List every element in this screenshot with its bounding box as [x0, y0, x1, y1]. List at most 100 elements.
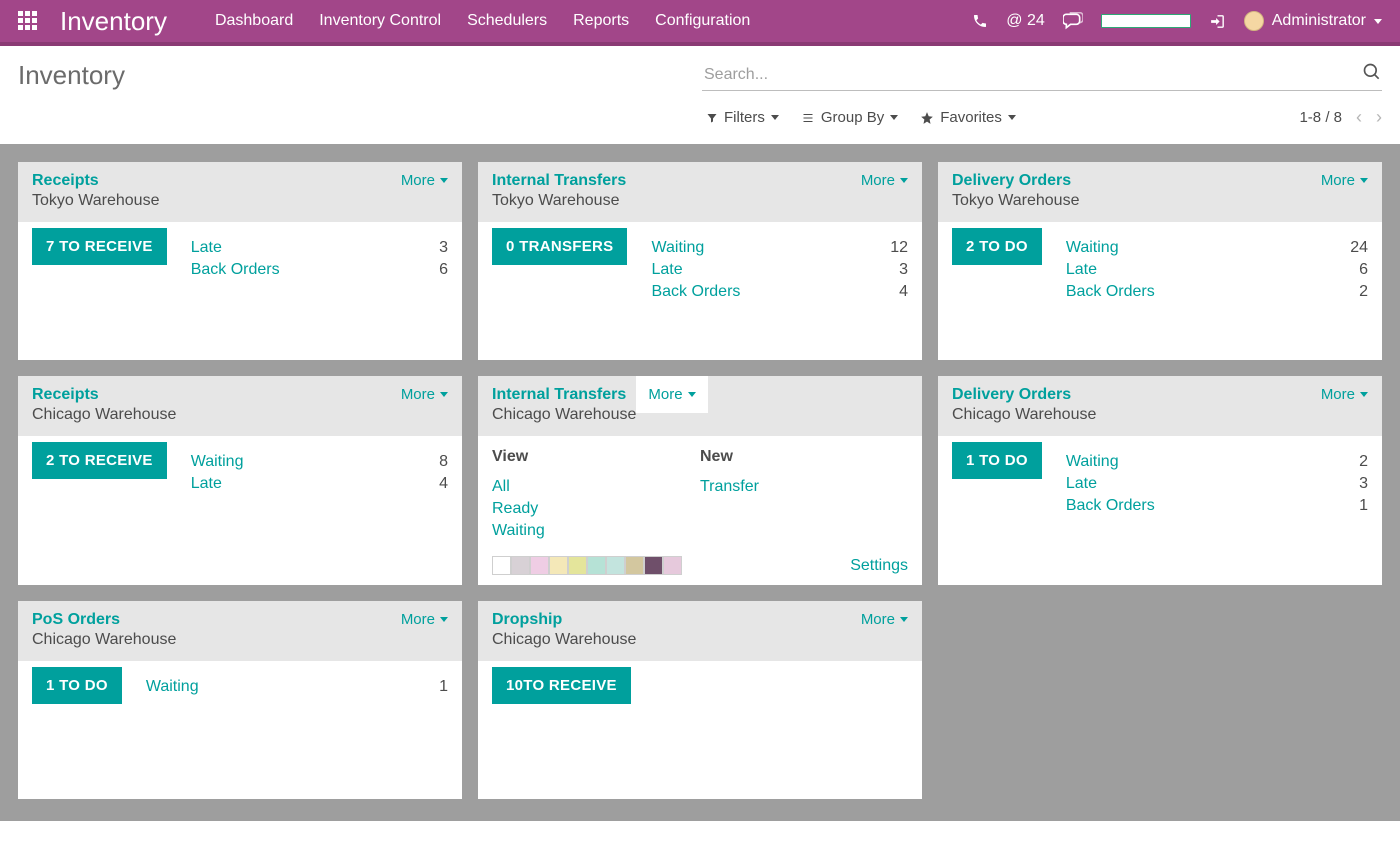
stat-label[interactable]: Late: [191, 475, 222, 493]
stat-label[interactable]: Waiting: [191, 453, 244, 471]
stat-value: 4: [439, 475, 448, 493]
menu-inventory-control[interactable]: Inventory Control: [319, 12, 441, 30]
menu-configuration[interactable]: Configuration: [655, 12, 750, 30]
stat-label[interactable]: Late: [651, 261, 682, 279]
color-swatch[interactable]: [511, 556, 530, 575]
color-picker: [492, 556, 682, 575]
color-swatch[interactable]: [587, 556, 606, 575]
card-header: Delivery OrdersChicago WarehouseMore: [938, 376, 1382, 436]
chevron-down-icon: [900, 617, 908, 622]
card-header: Delivery OrdersTokyo WarehouseMore: [938, 162, 1382, 222]
menu-reports[interactable]: Reports: [573, 12, 629, 30]
expanded-view-link[interactable]: Ready: [492, 498, 700, 520]
color-swatch[interactable]: [568, 556, 587, 575]
pager-prev[interactable]: ‹: [1356, 107, 1362, 128]
chevron-down-icon: [1360, 178, 1368, 183]
more-button[interactable]: More: [401, 611, 448, 628]
stat-label[interactable]: Back Orders: [1066, 283, 1155, 301]
stat-label[interactable]: Back Orders: [191, 261, 280, 279]
mentions-badge[interactable]: @ 24: [1006, 12, 1044, 30]
apps-icon[interactable]: [18, 11, 38, 31]
card-body: 10TO RECEIVE: [478, 661, 922, 799]
card-subtitle: Tokyo Warehouse: [492, 192, 626, 210]
color-swatch[interactable]: [644, 556, 663, 575]
phone-icon[interactable]: [972, 13, 988, 29]
color-swatch[interactable]: [606, 556, 625, 575]
card-title[interactable]: Receipts: [32, 172, 159, 190]
chevron-down-icon: [440, 617, 448, 622]
color-swatch[interactable]: [549, 556, 568, 575]
topbar-right: @ 24 Administrator: [972, 11, 1382, 31]
chevron-down-icon: [688, 392, 696, 397]
stat-label[interactable]: Late: [191, 239, 222, 257]
card-title[interactable]: Receipts: [32, 386, 176, 404]
kanban-card: Internal TransfersChicago WarehouseMoreV…: [478, 376, 922, 585]
settings-link[interactable]: Settings: [850, 557, 908, 575]
expanded-view-link[interactable]: All: [492, 476, 700, 498]
more-button[interactable]: More: [861, 611, 908, 628]
progress-bar[interactable]: [1101, 14, 1191, 28]
primary-action-button[interactable]: 10TO RECEIVE: [492, 667, 631, 704]
expanded-new-link[interactable]: Transfer: [700, 476, 908, 498]
user-name-label: Administrator: [1272, 12, 1366, 30]
user-menu[interactable]: Administrator: [1244, 11, 1382, 31]
favorites-button[interactable]: Favorites: [920, 109, 1016, 126]
stat-value: 8: [439, 453, 448, 471]
stat-label[interactable]: Back Orders: [1066, 497, 1155, 515]
card-subtitle: Chicago Warehouse: [32, 631, 176, 649]
pager-next[interactable]: ›: [1376, 107, 1382, 128]
stat-label[interactable]: Waiting: [1066, 453, 1119, 471]
stat-label[interactable]: Waiting: [651, 239, 704, 257]
login-icon[interactable]: [1209, 13, 1226, 30]
chat-icon[interactable]: [1063, 12, 1083, 30]
card-title[interactable]: Dropship: [492, 611, 636, 629]
menu-dashboard[interactable]: Dashboard: [215, 12, 293, 30]
chevron-down-icon: [440, 178, 448, 183]
stat-value: 1: [1359, 497, 1368, 515]
stat-row: Waiting12: [651, 238, 908, 260]
stat-value: 24: [1350, 239, 1368, 257]
app-title[interactable]: Inventory: [60, 6, 167, 37]
color-swatch[interactable]: [625, 556, 644, 575]
color-swatch[interactable]: [530, 556, 549, 575]
search-input[interactable]: [702, 62, 1382, 91]
kanban-view: Receipts Tokyo Warehouse More 7 TO RECEIVE L…: [0, 144, 1400, 821]
more-button[interactable]: More: [861, 172, 908, 189]
card-subtitle: Chicago Warehouse: [492, 406, 636, 424]
stat-row: Late6: [1066, 260, 1368, 282]
card-title[interactable]: Delivery Orders: [952, 386, 1096, 404]
primary-action-button[interactable]: 1 TO DO: [32, 667, 122, 704]
stat-row: Back Orders 2: [1066, 282, 1368, 304]
card-title[interactable]: Internal Transfers: [492, 386, 636, 404]
groupby-button[interactable]: Group By: [801, 109, 898, 126]
more-button[interactable]: More: [636, 376, 707, 413]
stat-label[interactable]: Late: [1066, 475, 1097, 493]
primary-action-button[interactable]: 2 TO DO: [952, 228, 1042, 265]
search-icon[interactable]: [1362, 62, 1382, 85]
more-button[interactable]: More: [1321, 386, 1368, 403]
color-swatch[interactable]: [492, 556, 511, 575]
more-button[interactable]: More: [1321, 172, 1368, 189]
primary-action-button[interactable]: 2 TO RECEIVE: [32, 442, 167, 479]
stat-label[interactable]: Waiting: [146, 678, 199, 696]
pager-text: 1-8 / 8: [1299, 109, 1342, 126]
menu-schedulers[interactable]: Schedulers: [467, 12, 547, 30]
color-swatch[interactable]: [663, 556, 682, 575]
stat-value: 4: [899, 283, 908, 301]
stat-value: 2: [1359, 283, 1368, 301]
expanded-view-link[interactable]: Waiting: [492, 520, 700, 542]
stat-label[interactable]: Back Orders: [651, 283, 740, 301]
card-title[interactable]: Delivery Orders: [952, 172, 1079, 190]
favorites-label: Favorites: [940, 109, 1002, 126]
card-header: PoS Orders Chicago Warehouse More: [18, 601, 462, 661]
primary-action-button[interactable]: 7 TO RECEIVE: [32, 228, 167, 265]
more-button[interactable]: More: [401, 386, 448, 403]
card-title[interactable]: PoS Orders: [32, 611, 176, 629]
stat-label[interactable]: Waiting: [1066, 239, 1119, 257]
primary-action-button[interactable]: 1 TO DO: [952, 442, 1042, 479]
filters-button[interactable]: Filters: [706, 109, 779, 126]
card-title[interactable]: Internal Transfers: [492, 172, 626, 190]
more-button[interactable]: More: [401, 172, 448, 189]
primary-action-button[interactable]: 0 TRANSFERS: [492, 228, 627, 265]
stat-label[interactable]: Late: [1066, 261, 1097, 279]
